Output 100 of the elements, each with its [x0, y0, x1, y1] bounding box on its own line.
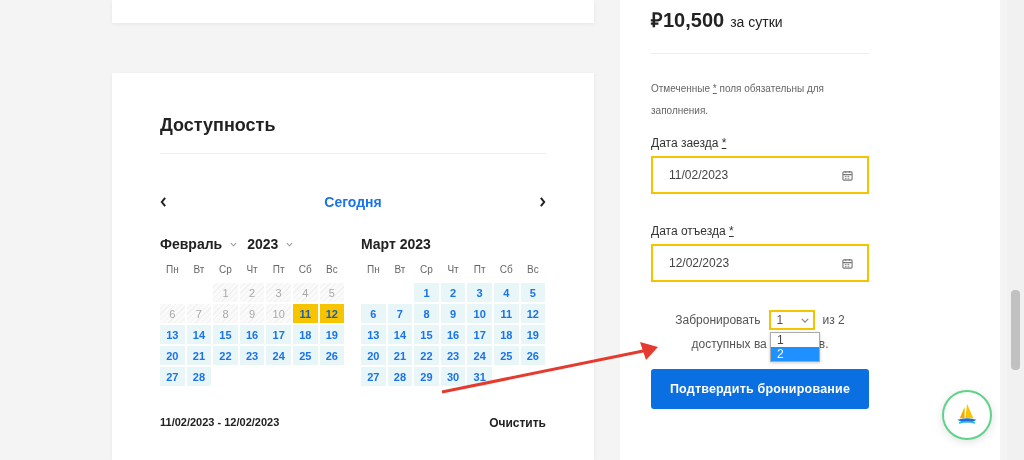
calendar-day[interactable]: 5 [520, 283, 546, 302]
calendar-day[interactable]: 24 [266, 346, 291, 365]
section-title: Доступность [160, 115, 277, 136]
today-link[interactable]: Сегодня [324, 194, 382, 210]
chevron-down-icon [230, 241, 238, 247]
calendar-day[interactable]: 3 [467, 283, 492, 302]
quantity-select[interactable]: 1 [768, 310, 815, 330]
calendar-day[interactable]: 9 [440, 304, 466, 323]
clear-link[interactable]: Очистить [489, 416, 546, 430]
weekday-label: Вс [526, 263, 540, 277]
chevron-down-icon [800, 317, 809, 323]
calendar-day[interactable]: 27 [160, 367, 185, 386]
calendar-day[interactable]: 13 [160, 325, 185, 344]
date-range: 11/02/2023 - 12/02/2023 [160, 416, 280, 430]
calendar-day[interactable]: 17 [266, 325, 291, 344]
weekday-label: Чт [446, 263, 460, 277]
quantity-label: Забронировать [675, 313, 761, 327]
calendar-day[interactable]: 16 [239, 325, 265, 344]
calendar-day[interactable]: 11 [292, 304, 318, 323]
calendar-day[interactable]: 1 [414, 283, 439, 302]
calendar-day[interactable]: 13 [361, 325, 386, 344]
calendar-day: 8 [213, 304, 238, 323]
quantity-total: из 2 [822, 313, 845, 327]
required-mark: * [712, 83, 717, 94]
calendar-day[interactable]: 23 [440, 346, 466, 365]
weekday-label: Чт [245, 263, 259, 277]
calendar-day[interactable]: 12 [520, 304, 546, 323]
calendar-day[interactable]: 24 [467, 346, 492, 365]
calendar-day[interactable]: 25 [292, 346, 318, 365]
calendar-day[interactable]: 23 [239, 346, 265, 365]
calendar-day: 9 [239, 304, 265, 323]
calendar-day: 1 [213, 283, 238, 302]
calendar-day[interactable]: 6 [361, 304, 386, 323]
calendar-day[interactable]: 8 [414, 304, 439, 323]
calendar-day[interactable]: 25 [493, 346, 519, 365]
required-mark: * [721, 136, 727, 150]
calendar-day[interactable]: 11 [493, 304, 519, 323]
calendar-icon[interactable] [842, 169, 853, 181]
calendar-day[interactable]: 14 [387, 325, 413, 344]
weekday-label: Ср [419, 263, 434, 277]
calendar-day[interactable]: 21 [186, 346, 212, 365]
calendar-day[interactable]: 27 [361, 367, 386, 386]
calendar-day[interactable]: 7 [387, 304, 413, 323]
calendar-day[interactable]: 20 [160, 346, 185, 365]
calendar-day[interactable]: 2 [440, 283, 466, 302]
month-select[interactable]: Февраль [160, 236, 238, 252]
calendar-day[interactable]: 18 [292, 325, 318, 344]
calendar-day[interactable]: 28 [186, 367, 212, 386]
calendar-day: 10 [266, 304, 291, 323]
field-label: Дата заезда * [651, 136, 728, 150]
date-field[interactable]: 12/02/2023 [651, 244, 869, 282]
previous-icon[interactable] [160, 197, 167, 207]
year-select[interactable]: 2023 [247, 236, 294, 252]
month-title: Март 2023 [361, 236, 431, 252]
weekday-label: Сб [297, 263, 313, 277]
confirm-booking-button[interactable]: Подтвердить бронирование [651, 369, 869, 409]
calendar-day[interactable]: 4 [493, 283, 519, 302]
calendar-day[interactable]: 15 [213, 325, 238, 344]
calendar-day[interactable]: 22 [414, 346, 439, 365]
weekday-label: Вт [393, 263, 407, 277]
calendar-day[interactable]: 19 [520, 325, 546, 344]
weekday-label: Вс [325, 263, 339, 277]
calendar-day[interactable]: 12 [319, 304, 345, 323]
field-label: Дата отъезда * [651, 224, 735, 238]
calendar-day: 6 [160, 304, 185, 323]
calendar-day[interactable]: 26 [520, 346, 546, 365]
calendar-day: 3 [266, 283, 291, 302]
calendar-day[interactable]: 26 [319, 346, 345, 365]
calendar-icon[interactable] [842, 257, 853, 269]
weekday-label: Пт [472, 263, 487, 277]
calendar-day[interactable]: 22 [213, 346, 238, 365]
calendar-day[interactable]: 17 [467, 325, 492, 344]
calendar-day[interactable]: 14 [186, 325, 212, 344]
dropdown-option[interactable]: 1 [771, 333, 819, 347]
calendar-day[interactable]: 18 [493, 325, 519, 344]
calendar-day[interactable]: 15 [414, 325, 439, 344]
calendar-day[interactable]: 29 [414, 367, 439, 386]
calendar-day[interactable]: 20 [361, 346, 386, 365]
calendar-day: 4 [292, 283, 318, 302]
dropdown-option[interactable]: 2 [771, 347, 819, 361]
calendar-day[interactable]: 30 [440, 367, 466, 386]
weekday-label: Пн [164, 263, 180, 277]
next-icon[interactable] [539, 197, 546, 207]
weekday-label: Пт [271, 263, 286, 277]
calendar-day: 5 [319, 283, 345, 302]
calendar-day[interactable]: 28 [387, 367, 413, 386]
quantity-text: в. [818, 337, 829, 351]
calendar-day[interactable]: 10 [467, 304, 492, 323]
price: ₽10,500 [651, 8, 725, 33]
price-unit: за сутки [730, 14, 783, 30]
calendar-day[interactable]: 19 [319, 325, 345, 344]
calendar-day[interactable]: 16 [440, 325, 466, 344]
weekday-label: Ср [218, 263, 233, 277]
calendar-day: 7 [186, 304, 212, 323]
chevron-down-icon [286, 241, 294, 247]
weekday-label: Сб [498, 263, 514, 277]
weekday-label: Вт [192, 263, 206, 277]
date-field[interactable]: 11/02/2023 [651, 156, 869, 194]
calendar-day[interactable]: 21 [387, 346, 413, 365]
weekday-label: Пн [365, 263, 381, 277]
